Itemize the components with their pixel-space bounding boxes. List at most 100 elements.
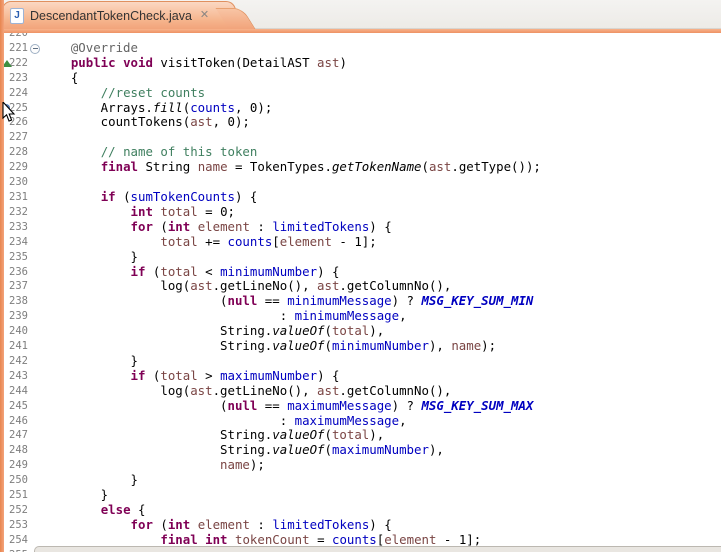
line-number[interactable]: 253 (0, 518, 28, 533)
code-line: 221 @Override (0, 41, 721, 56)
code-line: 253 for (int element : limitedTokens) { (0, 518, 721, 533)
fold-column (28, 235, 41, 250)
line-number[interactable]: 247 (0, 428, 28, 443)
line-number[interactable]: 228 (0, 145, 28, 160)
fold-column (28, 414, 41, 429)
code-line: 236 if (total < minimumNumber) { (0, 265, 721, 280)
line-number[interactable]: 229 (0, 160, 28, 175)
code-line: 248 String.valueOf(maximumNumber), (0, 443, 721, 458)
line-number[interactable]: 234 (0, 235, 28, 250)
code-text: int total = 0; (41, 205, 235, 220)
code-editor[interactable]: 220221 @Override222 public void visitTok… (0, 33, 721, 552)
line-number[interactable]: 221 (0, 41, 28, 56)
code-rows: 220221 @Override222 public void visitTok… (0, 33, 721, 552)
line-number[interactable]: 251 (0, 488, 28, 503)
fold-column (28, 56, 41, 71)
line-number[interactable]: 230 (0, 175, 28, 190)
code-text: public void visitToken(DetailAST ast) (41, 56, 347, 71)
fold-column (28, 205, 41, 220)
fold-column (28, 503, 41, 518)
fold-column (28, 279, 41, 294)
fold-column (28, 369, 41, 384)
code-line: 229 final String name = TokenTypes.getTo… (0, 160, 721, 175)
code-text: String.valueOf(minimumNumber), name); (41, 339, 496, 354)
code-text: (null == minimumMessage) ? MSG_KEY_SUM_M… (41, 294, 533, 309)
line-number[interactable]: 245 (0, 399, 28, 414)
code-line: 246 : maximumMessage, (0, 414, 721, 429)
code-line: 252 else { (0, 503, 721, 518)
tab-descendanttokencheck[interactable]: J DescendantTokenCheck.java ✕ (2, 1, 236, 29)
fold-column (28, 488, 41, 503)
line-number[interactable]: 233 (0, 220, 28, 235)
line-number[interactable]: 254 (0, 533, 28, 548)
code-line: 227 (0, 130, 721, 145)
fold-column (28, 518, 41, 533)
fold-column (28, 250, 41, 265)
code-text: log(ast.getLineNo(), ast.getColumnNo(), (41, 384, 451, 399)
code-line: 239 : minimumMessage, (0, 309, 721, 324)
line-number[interactable]: 231 (0, 190, 28, 205)
code-line: 224 //reset counts (0, 86, 721, 101)
line-number[interactable]: 232 (0, 205, 28, 220)
line-number[interactable]: 235 (0, 250, 28, 265)
code-text: : minimumMessage, (41, 309, 407, 324)
line-number[interactable]: 250 (0, 473, 28, 488)
fold-column (28, 160, 41, 175)
code-text: //reset counts (41, 86, 205, 101)
line-number[interactable]: 220 (0, 33, 28, 41)
code-text: Arrays.fill(counts, 0); (41, 101, 272, 116)
line-number[interactable]: 249 (0, 458, 28, 473)
fold-column (28, 443, 41, 458)
code-line: 247 String.valueOf(total), (0, 428, 721, 443)
line-number[interactable]: 240 (0, 324, 28, 339)
fold-column (28, 115, 41, 130)
line-number[interactable]: 236 (0, 265, 28, 280)
code-line: 242 } (0, 354, 721, 369)
fold-collapse-icon[interactable] (30, 44, 40, 54)
line-number[interactable]: 224 (0, 86, 28, 101)
line-number[interactable]: 238 (0, 294, 28, 309)
line-number[interactable]: 243 (0, 369, 28, 384)
line-number[interactable]: 252 (0, 503, 28, 518)
code-text: for (int element : limitedTokens) { (41, 518, 392, 533)
code-line: 228 // name of this token (0, 145, 721, 160)
mouse-pointer-icon (2, 102, 17, 123)
line-number[interactable]: 255 (0, 548, 28, 552)
horizontal-scrollbar[interactable] (34, 546, 721, 552)
code-line: 235 } (0, 250, 721, 265)
code-text: if (total < minimumNumber) { (41, 265, 339, 280)
code-line: 225 Arrays.fill(counts, 0); (0, 101, 721, 116)
line-number[interactable]: 227 (0, 130, 28, 145)
eclipse-editor-window: J DescendantTokenCheck.java ✕ 220221 @Ov… (0, 0, 721, 552)
code-line: 249 name); (0, 458, 721, 473)
code-text: } (41, 473, 138, 488)
line-number[interactable]: 248 (0, 443, 28, 458)
fold-column (28, 175, 41, 190)
line-number[interactable]: 237 (0, 279, 28, 294)
fold-column (28, 33, 41, 41)
line-number[interactable]: 246 (0, 414, 28, 429)
code-line: 230 (0, 175, 721, 190)
code-text: else { (41, 503, 145, 518)
code-line: 241 String.valueOf(minimumNumber), name)… (0, 339, 721, 354)
line-number[interactable]: 244 (0, 384, 28, 399)
code-text: final String name = TokenTypes.getTokenN… (41, 160, 541, 175)
code-line: 237 log(ast.getLineNo(), ast.getColumnNo… (0, 279, 721, 294)
code-text: countTokens(ast, 0); (41, 115, 250, 130)
line-number[interactable]: 242 (0, 354, 28, 369)
code-line: 243 if (total > maximumNumber) { (0, 369, 721, 384)
tab-close-icon[interactable]: ✕ (200, 10, 209, 21)
fold-column (28, 265, 41, 280)
line-number[interactable]: 239 (0, 309, 28, 324)
code-text: } (41, 354, 138, 369)
active-tab-underline (0, 29, 721, 33)
fold-column (28, 458, 41, 473)
line-number[interactable]: 223 (0, 71, 28, 86)
fold-column (28, 473, 41, 488)
tab-title: DescendantTokenCheck.java (30, 9, 192, 23)
code-text: if (sumTokenCounts) { (41, 190, 257, 205)
code-line: 240 String.valueOf(total), (0, 324, 721, 339)
fold-column (28, 384, 41, 399)
line-number[interactable]: 241 (0, 339, 28, 354)
fold-column (28, 339, 41, 354)
